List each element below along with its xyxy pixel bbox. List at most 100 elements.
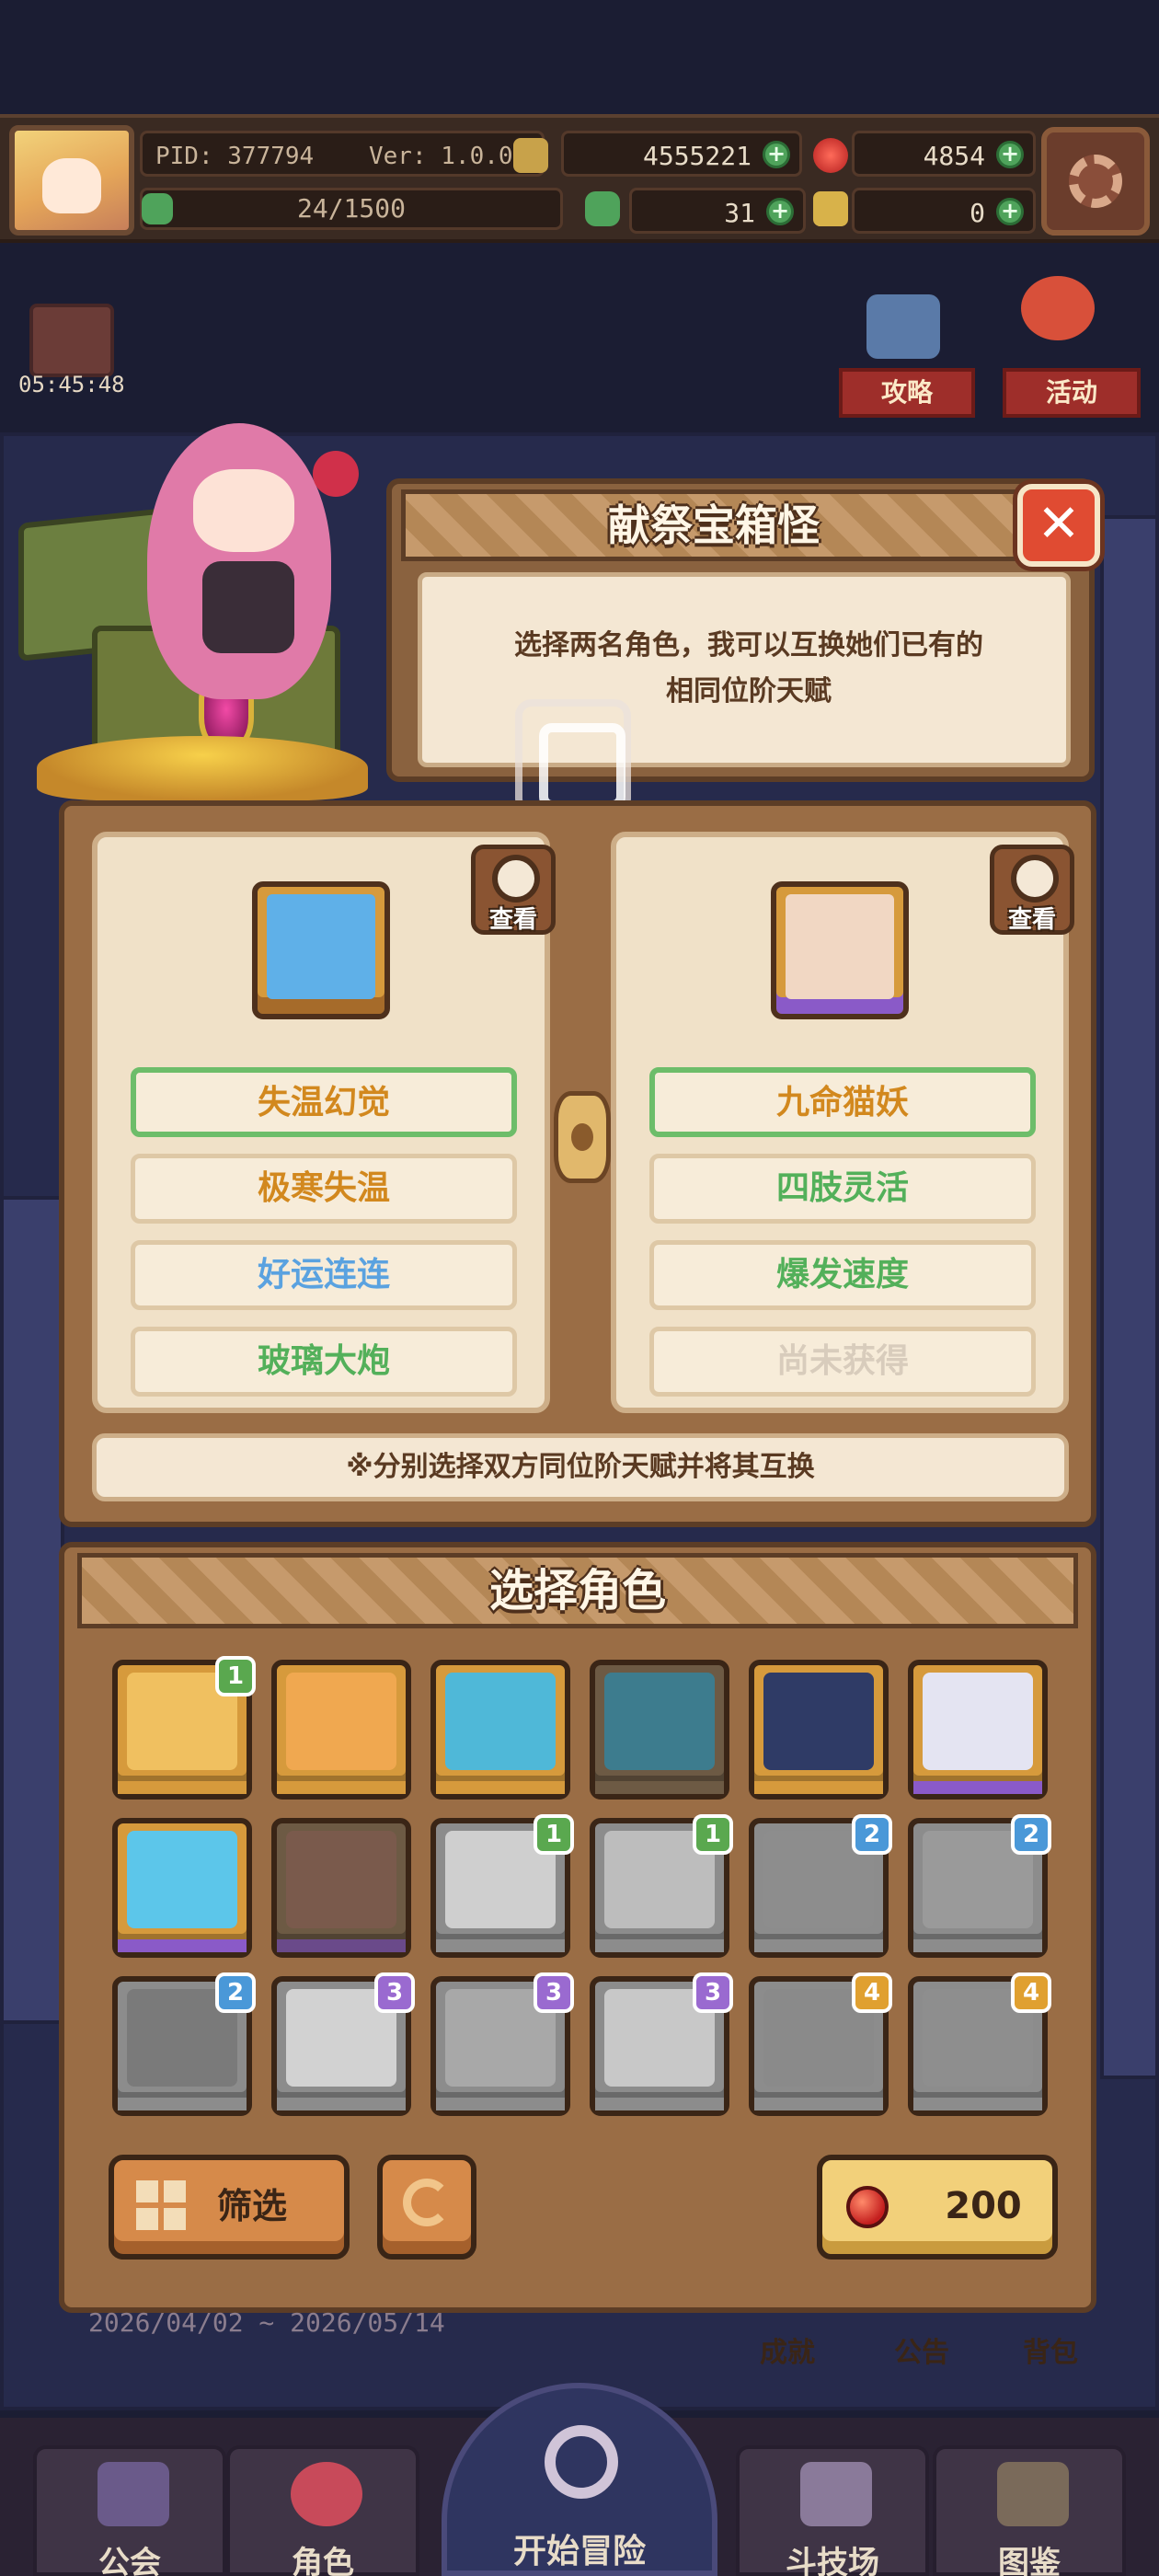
gold-value: 4555221 — [642, 141, 752, 171]
start-adventure-label: 开始冒险 — [512, 2533, 646, 2570]
balloon-icon[interactable] — [1021, 276, 1095, 340]
settings-button[interactable] — [1041, 127, 1150, 236]
gem-value: 4854 — [923, 141, 985, 171]
character-slot[interactable]: 1 — [430, 1814, 574, 1958]
character-portrait — [445, 1673, 556, 1770]
girl-body — [202, 561, 294, 653]
character-portrait — [286, 1831, 396, 1928]
rarity-stripe — [595, 1781, 724, 1794]
achievement-button[interactable]: 成就 — [732, 2329, 843, 2370]
left-character-portrait[interactable] — [252, 881, 390, 1019]
select-character-panel: 选择角色 1 1 1 2 2 2 3 3 3 4 4 筛选 200 — [59, 1542, 1096, 2313]
character-slot[interactable] — [271, 1818, 411, 1958]
character-slot[interactable]: 2 — [749, 1814, 892, 1958]
filter-button[interactable]: 筛选 — [109, 2155, 350, 2260]
left-talent-2[interactable]: 极寒失温 — [131, 1154, 517, 1224]
clover-small-icon — [142, 193, 173, 224]
event-button[interactable]: 活动 — [1003, 368, 1141, 418]
grid-icon — [136, 2180, 186, 2230]
character-slot[interactable]: 4 — [749, 1972, 892, 2116]
tier-badge: 4 — [852, 1972, 892, 2013]
tier-badge: 2 — [852, 1814, 892, 1855]
background-wall-left — [0, 1196, 64, 2024]
swap-hint: ※分别选择双方同位阶天赋并将其互换 — [92, 1433, 1069, 1501]
character-slot[interactable]: 3 — [271, 1972, 415, 2116]
tier-badge: 1 — [534, 1814, 574, 1855]
rarity-stripe — [595, 1939, 724, 1952]
right-character-card: 查看 九命猫妖 四肢灵活 爆发速度 尚未获得 — [611, 832, 1074, 1413]
tier-badge: 2 — [1011, 1814, 1051, 1855]
rarity-stripe — [118, 2098, 247, 2110]
left-talent-3[interactable]: 好运连连 — [131, 1240, 517, 1310]
character-slot[interactable] — [749, 1660, 889, 1800]
rarity-stripe — [436, 2098, 565, 2110]
berry-icon — [313, 451, 359, 497]
tier-badge: 1 — [215, 1656, 256, 1696]
gem-strip: 4854 + — [852, 131, 1036, 177]
book-icon — [997, 2462, 1069, 2526]
character-slot[interactable]: 4 — [908, 1972, 1051, 2116]
character-slot[interactable] — [271, 1660, 411, 1800]
pid-strip: PID: 377794 Ver: 1.0.0.9 — [140, 131, 545, 177]
energy-bar: 24/1500 — [140, 188, 563, 230]
add-gem-icon[interactable]: + — [996, 141, 1024, 168]
rarity-stripe — [595, 2098, 724, 2110]
character-icon — [291, 2462, 362, 2526]
gold-strip: 4555221 + — [561, 131, 802, 177]
left-character-art — [267, 894, 375, 999]
refresh-button[interactable] — [377, 2155, 476, 2260]
right-talent-3[interactable]: 爆发速度 — [649, 1240, 1036, 1310]
left-view-button[interactable]: 查看 — [471, 845, 556, 935]
character-portrait — [763, 1673, 874, 1770]
left-view-label: 查看 — [488, 906, 537, 934]
right-view-button[interactable]: 查看 — [990, 845, 1074, 935]
character-slot[interactable]: 2 — [112, 1972, 256, 2116]
notice-button[interactable]: 公告 — [866, 2329, 977, 2370]
character-slot[interactable]: 2 — [908, 1814, 1051, 1958]
right-talent-1[interactable]: 九命猫妖 — [649, 1067, 1036, 1137]
add-ticket-icon[interactable]: + — [996, 198, 1024, 225]
cost-value: 200 — [945, 2185, 1022, 2227]
girl-face — [193, 469, 294, 552]
strategy-button[interactable]: 攻略 — [839, 368, 975, 418]
energy-value: 24/1500 — [296, 193, 406, 224]
character-slot[interactable] — [112, 1818, 252, 1958]
confirm-cost-button[interactable]: 200 — [817, 2155, 1058, 2260]
rarity-stripe — [913, 1781, 1042, 1794]
red-gem-icon — [846, 2186, 889, 2228]
nav-codex[interactable]: 图鉴 — [933, 2445, 1126, 2576]
dialog-title: 献祭宝箱怪 — [608, 500, 820, 550]
character-slot[interactable]: 3 — [590, 1972, 733, 2116]
right-character-portrait[interactable] — [771, 881, 909, 1019]
nav-character[interactable]: 角色 — [226, 2445, 419, 2576]
dialog-description-line-1: 选择两名角色，我可以互换她们已有的 — [514, 629, 983, 661]
add-clover-icon[interactable]: + — [766, 198, 794, 225]
start-adventure-button[interactable]: 开始冒险 — [442, 2383, 717, 2576]
character-slot[interactable] — [430, 1660, 570, 1800]
coin-icon — [513, 138, 548, 173]
character-slot[interactable]: 3 — [430, 1972, 574, 2116]
tier-badge: 1 — [693, 1814, 733, 1855]
close-icon: ✕ — [1037, 494, 1081, 554]
left-character-card: 查看 失温幻觉 极寒失温 好运连连 玻璃大炮 — [92, 832, 556, 1413]
right-talent-2[interactable]: 四肢灵活 — [649, 1154, 1036, 1224]
chat-bubble-icon[interactable] — [866, 294, 940, 359]
player-avatar[interactable] — [9, 125, 134, 236]
character-slot[interactable]: 1 — [590, 1814, 733, 1958]
nav-arena[interactable]: 斗技场 — [736, 2445, 929, 2576]
clover-icon — [585, 191, 620, 226]
add-gold-icon[interactable]: + — [763, 141, 790, 168]
close-button[interactable]: ✕ — [1017, 484, 1100, 567]
gift-icon[interactable] — [29, 304, 114, 377]
bag-button[interactable]: 背包 — [995, 2329, 1106, 2370]
rarity-stripe — [118, 1939, 247, 1952]
left-talent-4[interactable]: 玻璃大炮 — [131, 1327, 517, 1397]
left-talent-1[interactable]: 失温幻觉 — [131, 1067, 517, 1137]
character-slot[interactable]: 1 — [112, 1656, 256, 1800]
character-slot[interactable] — [908, 1660, 1048, 1800]
character-slot[interactable] — [590, 1660, 729, 1800]
swap-arrow-icon — [554, 1091, 611, 1183]
nav-guild[interactable]: 公会 — [33, 2445, 226, 2576]
character-portrait — [604, 1673, 715, 1770]
gift-timer: 05:45:48 — [18, 372, 125, 397]
